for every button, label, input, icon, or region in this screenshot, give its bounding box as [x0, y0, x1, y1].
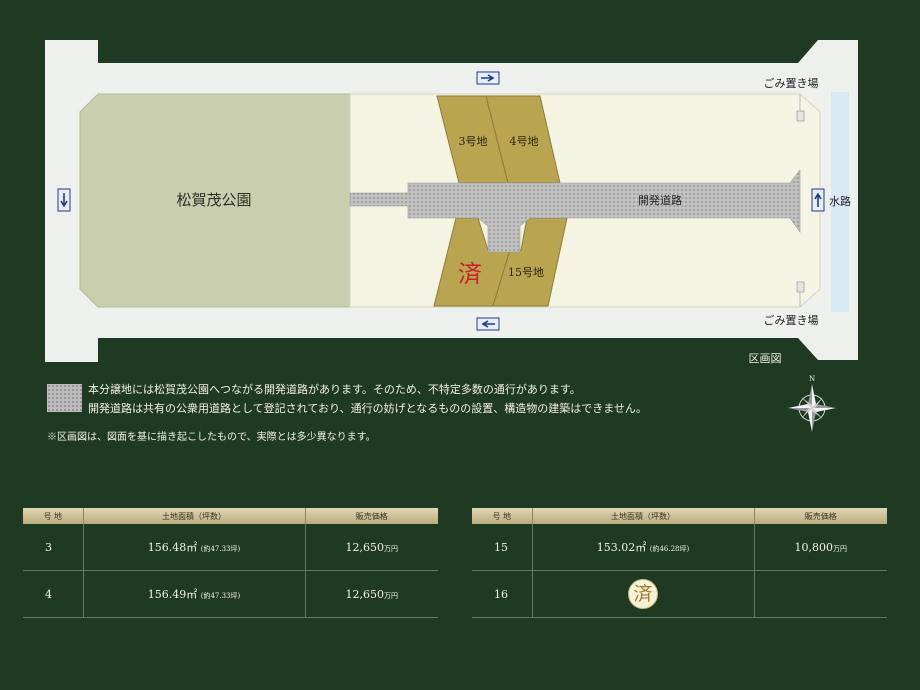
lot-area: 153.02㎡ (約46.28坪) [531, 524, 754, 571]
lot-price-table-right: 号 地 土地面積（坪数） 販売価格 15 153.02㎡ (約46.28坪) 1… [472, 508, 887, 618]
table-row: 4 156.49㎡ (約47.33坪) 12,650万円 [23, 570, 438, 618]
lot-number: 16 [472, 570, 532, 618]
lot-number: 15 [472, 524, 532, 571]
garbage-label-top: ごみ置き場 [764, 76, 819, 90]
garbage-point-bottom [796, 281, 805, 293]
lot-price: 12,650万円 [304, 524, 438, 571]
lot-area: 済 [531, 570, 754, 618]
header-lot: 号 地 [472, 508, 532, 524]
lot-3-label: 3号地 [459, 135, 488, 148]
development-road-legend-swatch [47, 384, 82, 412]
lot-price: 10,800万円 [753, 524, 887, 571]
map-caption: 区画図 [749, 352, 782, 365]
lot-16-sold-mark: 済 [458, 260, 482, 288]
park-label: 松賀茂公園 [176, 191, 251, 209]
lot-area: 156.48㎡ (約47.33坪) [82, 524, 305, 571]
table-header-row: 号 地 土地面積（坪数） 販売価格 [23, 508, 438, 524]
note-line-3: ※区画図は、図面を基に描き起こしたもので、実際とは多少異なります。 [47, 432, 376, 443]
lot-price: 12,650万円 [304, 570, 438, 618]
table-row: 16 済 [472, 570, 887, 618]
note-line-1: 本分譲地には松賀茂公園へつながる開発道路があります。そのため、不特定多数の通行が… [88, 383, 581, 396]
garbage-point-top [796, 110, 805, 122]
compass-north-label: N [809, 375, 815, 383]
garbage-label-bottom: ごみ置き場 [764, 313, 819, 327]
lot-price [753, 570, 887, 618]
header-area: 土地面積（坪数） [531, 508, 754, 524]
note-line-2: 開発道路は共有の公衆用道路として登記されており、通行の妨げとなるものの設置、構造… [88, 402, 647, 415]
lot-area: 156.49㎡ (約47.33坪) [82, 570, 305, 618]
header-price: 販売価格 [304, 508, 438, 524]
arrow-down-icon [57, 188, 71, 212]
arrow-left-icon [476, 317, 500, 331]
table-row: 3 156.48㎡ (約47.33坪) 12,650万円 [23, 524, 438, 571]
header-lot: 号 地 [23, 508, 83, 524]
waterway-label: 水路 [829, 195, 851, 208]
table-row: 15 153.02㎡ (約46.28坪) 10,800万円 [472, 524, 887, 571]
header-area: 土地面積（坪数） [82, 508, 305, 524]
lot-price-table-left: 号 地 土地面積（坪数） 販売価格 3 156.48㎡ (約47.33坪) 12… [23, 508, 438, 618]
arrow-right-icon [476, 71, 500, 85]
sold-badge: 済 [628, 579, 658, 609]
header-price: 販売価格 [753, 508, 887, 524]
compass-icon [788, 384, 836, 432]
table-header-row: 号 地 土地面積（坪数） 販売価格 [472, 508, 887, 524]
lot-4-label: 4号地 [510, 135, 539, 148]
lot-15-label: 15号地 [508, 266, 544, 279]
lot-number: 4 [23, 570, 83, 618]
development-road-label: 開発道路 [638, 193, 682, 207]
arrow-up-icon [811, 188, 825, 212]
lot-number: 3 [23, 524, 83, 571]
